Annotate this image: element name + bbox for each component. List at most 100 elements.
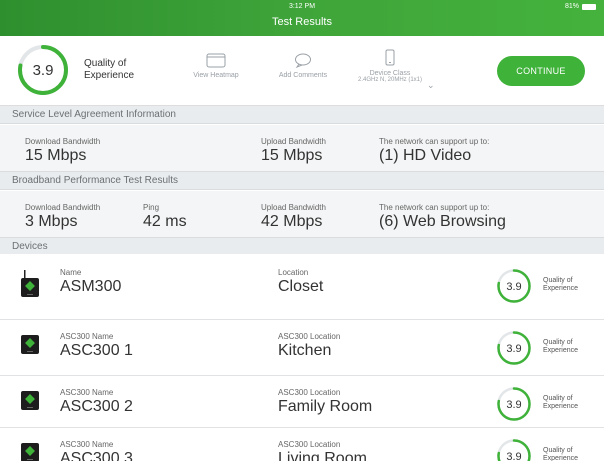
access-point-icon — [21, 443, 39, 461]
device-name-field: ASC300 Name ASC300 2 — [60, 388, 133, 416]
device-name-value: ASC300 3 — [60, 450, 133, 461]
bb-download-value: 3 Mbps — [25, 213, 78, 230]
access-point-icon — [21, 335, 39, 354]
device-qoe-score: 3.9 — [506, 343, 521, 355]
device-qoe-ring: 3.9 — [497, 331, 531, 365]
bb-support-label: The network can support up to: — [379, 203, 490, 212]
sla-download-value: 15 Mbps — [25, 147, 87, 164]
sla-support-value: (1) HD Video — [379, 147, 472, 164]
device-class-selector[interactable]: Device Class 2.4GHz N, 20MHz (1x1) — [350, 49, 430, 83]
access-point-icon — [21, 391, 39, 410]
bb-ping: Ping 42 ms — [143, 203, 187, 231]
heatmap-icon — [206, 53, 226, 68]
status-time: 3:12 PM — [288, 3, 316, 10]
device-qoe-label: Quality of Experience — [543, 395, 578, 411]
device-name-value: ASC300 2 — [60, 398, 133, 415]
bb-upload-label: Upload Bandwidth — [261, 203, 326, 212]
device-name-label: ASC300 Name — [60, 440, 114, 449]
device-class-label: Device Class — [369, 70, 411, 77]
device-qoe-ring: 3.9 — [497, 269, 531, 303]
bb-download: Download Bandwidth 3 Mbps — [25, 203, 100, 231]
device-name-label: Name — [60, 268, 82, 277]
device-qoe-score: 3.9 — [506, 281, 521, 293]
battery-percent: 81% — [564, 3, 579, 10]
broadband-panel: Download Bandwidth 3 Mbps Ping 42 ms Upl… — [0, 191, 604, 238]
device-qoe-score: 3.9 — [506, 399, 521, 411]
qoe-score-value: 3.9 — [33, 62, 54, 79]
device-qoe-label-line1: Quality of — [543, 447, 573, 454]
sla-download-label: Download Bandwidth — [25, 137, 101, 146]
device-qoe-label-line2: Experience — [543, 403, 579, 410]
qoe-label-line2: Experience — [84, 70, 135, 81]
device-qoe-label: Quality of Experience — [543, 447, 578, 461]
view-heatmap-label: View Heatmap — [193, 72, 239, 79]
device-location-field: ASC300 Location Living Room — [278, 440, 367, 461]
device-qoe-label: Quality of Experience — [543, 339, 578, 355]
access-point-icon — [21, 270, 39, 297]
device-location-value: Kitchen — [278, 342, 332, 359]
device-location-field: ASC300 Location Kitchen — [278, 332, 340, 360]
qoe-label: Quality of Experience — [84, 58, 134, 82]
device-location-value: Closet — [278, 278, 324, 295]
device-row[interactable]: Name ASM300 Location Closet 3.9 Quality … — [0, 254, 604, 320]
bb-upload: Upload Bandwidth 42 Mbps — [261, 203, 326, 231]
bb-support-value: (6) Web Browsing — [379, 213, 506, 230]
device-name-label: ASC300 Name — [60, 332, 114, 341]
device-name-field: Name ASM300 — [60, 268, 121, 296]
device-row[interactable]: ASC300 Name ASC300 3 ASC300 Location Liv… — [0, 428, 604, 461]
device-qoe-ring: 3.9 — [497, 439, 531, 461]
device-name-field: ASC300 Name ASC300 1 — [60, 332, 133, 360]
continue-button[interactable]: CONTINUE — [497, 56, 585, 86]
device-qoe-ring: 3.9 — [497, 387, 531, 421]
device-location-value: Living Room — [278, 450, 367, 461]
battery-icon — [582, 3, 596, 10]
battery-indicator: 81% — [565, 3, 596, 10]
device-qoe-label-line1: Quality of — [543, 277, 573, 284]
device-location-label: Location — [278, 268, 309, 277]
comment-icon — [295, 53, 311, 68]
device-name-value: ASM300 — [60, 278, 122, 295]
bb-support: The network can support up to: (6) Web B… — [379, 203, 506, 231]
sla-panel: Download Bandwidth 15 Mbps Upload Bandwi… — [0, 125, 604, 172]
summary-header: 3.9 Quality of Experience View Heatmap A… — [0, 36, 604, 106]
device-qoe-label-line2: Experience — [543, 285, 579, 292]
device-row[interactable]: ASC300 Name ASC300 1 ASC300 Location Kit… — [0, 320, 604, 376]
device-qoe-label-line1: Quality of — [543, 395, 573, 402]
add-comments-button[interactable]: Add Comments — [263, 53, 343, 79]
device-location-label: ASC300 Location — [278, 440, 341, 449]
sla-section-header: Service Level Agreement Information — [0, 106, 604, 124]
bb-upload-value: 42 Mbps — [261, 213, 323, 230]
device-qoe-score: 3.9 — [506, 451, 521, 461]
page-title: Test Results — [272, 16, 332, 28]
sla-support: The network can support up to: (1) HD Vi… — [379, 137, 489, 165]
view-heatmap-button[interactable]: View Heatmap — [176, 53, 256, 79]
device-location-field: Location Closet — [278, 268, 323, 296]
add-comments-label: Add Comments — [278, 72, 328, 79]
sla-support-label: The network can support up to: — [379, 137, 490, 146]
device-location-label: ASC300 Location — [278, 332, 341, 341]
device-class-value: 2.4GHz N, 20MHz (1x1) — [357, 77, 423, 83]
qoe-score-ring: 3.9 — [18, 45, 68, 95]
device-row[interactable]: ASC300 Name ASC300 2 ASC300 Location Fam… — [0, 376, 604, 428]
chevron-down-icon[interactable]: ⌄ — [427, 80, 435, 91]
device-qoe-label-line2: Experience — [543, 347, 579, 354]
device-qoe-label-line1: Quality of — [543, 339, 573, 346]
qoe-label-line1: Quality of — [84, 58, 127, 69]
device-location-value: Family Room — [278, 398, 373, 415]
sla-download: Download Bandwidth 15 Mbps — [25, 137, 100, 165]
phone-icon — [385, 49, 395, 66]
device-location-field: ASC300 Location Family Room — [278, 388, 372, 416]
device-name-field: ASC300 Name ASC300 3 — [60, 440, 133, 461]
sla-upload-label: Upload Bandwidth — [261, 137, 326, 146]
sla-upload-value: 15 Mbps — [261, 147, 323, 164]
device-qoe-label: Quality of Experience — [543, 277, 578, 293]
sla-upload: Upload Bandwidth 15 Mbps — [261, 137, 326, 165]
broadband-section-header: Broadband Performance Test Results — [0, 172, 604, 190]
title-bar: 3:12 PM 81% Test Results — [0, 0, 604, 36]
bb-ping-value: 42 ms — [143, 213, 187, 230]
device-qoe-label-line2: Experience — [543, 455, 579, 461]
bb-download-label: Download Bandwidth — [25, 203, 101, 212]
bb-ping-label: Ping — [143, 203, 160, 212]
device-name-label: ASC300 Name — [60, 388, 114, 397]
device-name-value: ASC300 1 — [60, 342, 133, 359]
